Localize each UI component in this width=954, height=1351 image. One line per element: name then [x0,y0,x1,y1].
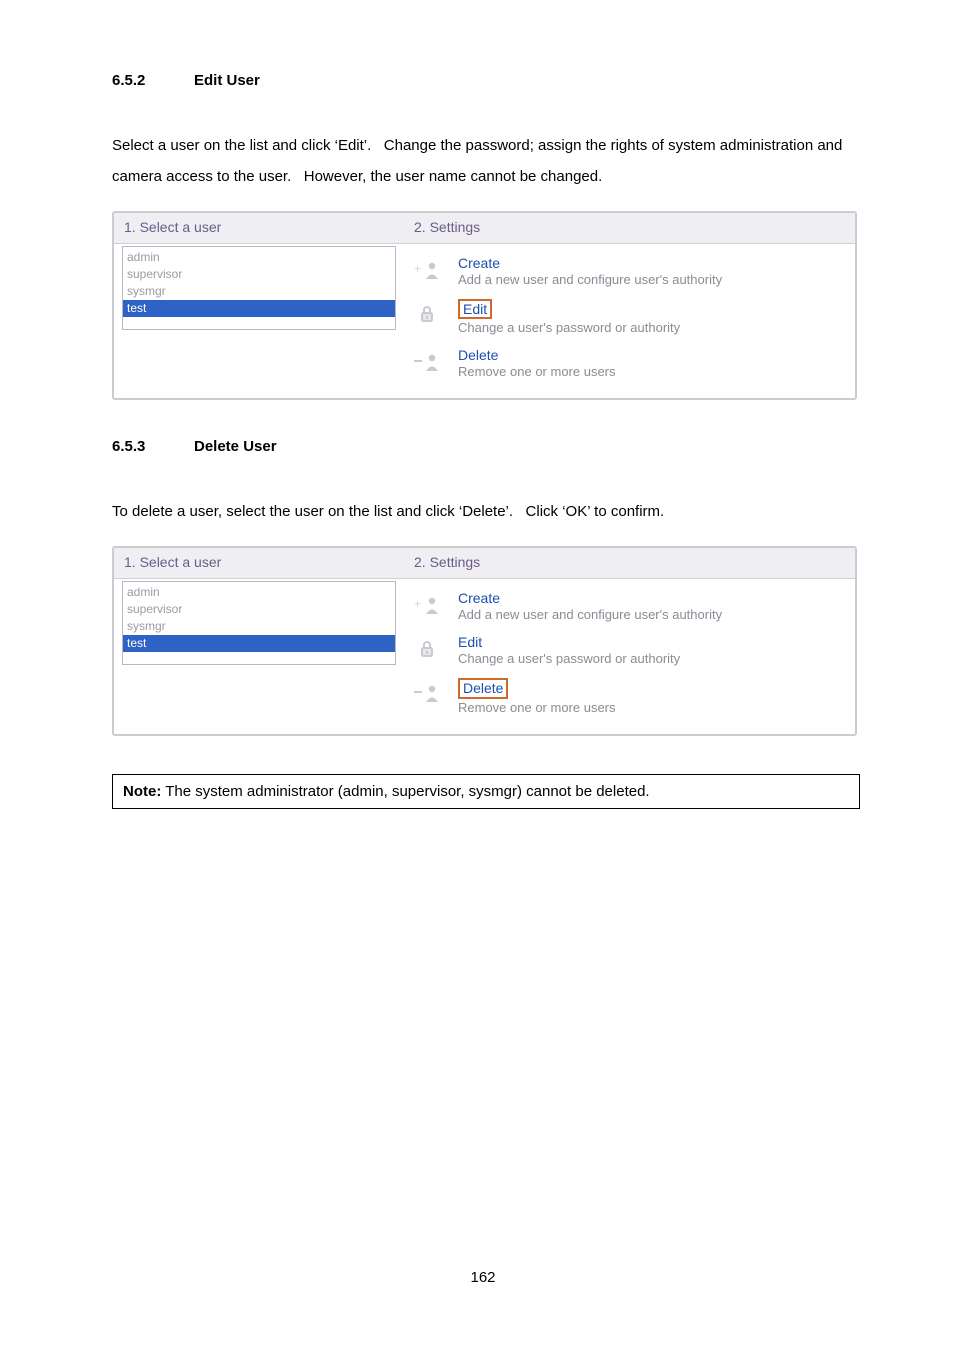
heading-edit-user: 6.5.2Edit User [112,72,854,89]
add-user-icon: + [410,590,444,616]
delete-link-highlighted[interactable]: Delete [458,678,508,699]
panel-step2-label: 2. Settings [404,213,855,243]
user-list-item[interactable]: supervisor [123,266,395,283]
paragraph-edit-user: Select a user on the list and click ‘Edi… [112,131,854,193]
svg-text:+: + [414,596,421,611]
heading-delete-user: 6.5.3Delete User [112,438,854,455]
user-list-item[interactable]: admin [123,584,395,601]
panel-step2-label: 2. Settings [404,548,855,578]
add-user-icon: + [410,255,444,281]
svg-text:+: + [414,261,421,276]
action-create-row: + Create Add a new user and configure us… [410,252,847,296]
user-list-item[interactable]: sysmgr [123,283,395,300]
remove-user-icon [410,678,444,704]
user-list-item-selected[interactable]: test [123,635,395,652]
lock-icon [410,634,444,660]
user-settings-panel-edit: 1. Select a user 2. Settings admin super… [112,211,857,401]
action-create-row: + Create Add a new user and configure us… [410,587,847,631]
note-label: Note: [123,783,161,800]
user-list-item[interactable]: admin [123,249,395,266]
edit-desc: Change a user's password or authority [458,651,680,666]
user-listbox[interactable]: admin supervisor sysmgr test [122,581,396,665]
note-box: Note: The system administrator (admin, s… [112,774,860,809]
edit-link-highlighted[interactable]: Edit [458,299,492,320]
action-edit-row: Edit Change a user's password or authori… [410,296,847,345]
heading-number: 6.5.3 [112,438,194,455]
user-list-item[interactable]: sysmgr [123,618,395,635]
note-text: The system administrator (admin, supervi… [161,783,649,800]
action-delete-row: Delete Remove one or more users [410,344,847,388]
paragraph-delete-user: To delete a user, select the user on the… [112,497,854,528]
create-link[interactable]: Create [458,590,500,606]
delete-desc: Remove one or more users [458,700,616,715]
edit-desc: Change a user's password or authority [458,320,680,335]
user-listbox[interactable]: admin supervisor sysmgr test [122,246,396,330]
user-list-item-selected[interactable]: test [123,300,395,317]
edit-link[interactable]: Edit [458,634,482,650]
action-edit-row: Edit Change a user's password or authori… [410,631,847,675]
create-desc: Add a new user and configure user's auth… [458,272,722,287]
action-delete-row: Delete Remove one or more users [410,675,847,724]
heading-number: 6.5.2 [112,72,194,89]
create-desc: Add a new user and configure user's auth… [458,607,722,622]
page-number: 162 [112,1269,854,1286]
user-settings-panel-delete: 1. Select a user 2. Settings admin super… [112,546,857,736]
delete-desc: Remove one or more users [458,364,616,379]
heading-title: Delete User [194,438,277,455]
heading-title: Edit User [194,72,260,89]
create-link[interactable]: Create [458,255,500,271]
delete-link[interactable]: Delete [458,347,498,363]
remove-user-icon [410,347,444,373]
lock-icon [410,299,444,325]
panel-step1-label: 1. Select a user [114,213,404,243]
panel-step1-label: 1. Select a user [114,548,404,578]
user-list-item[interactable]: supervisor [123,601,395,618]
